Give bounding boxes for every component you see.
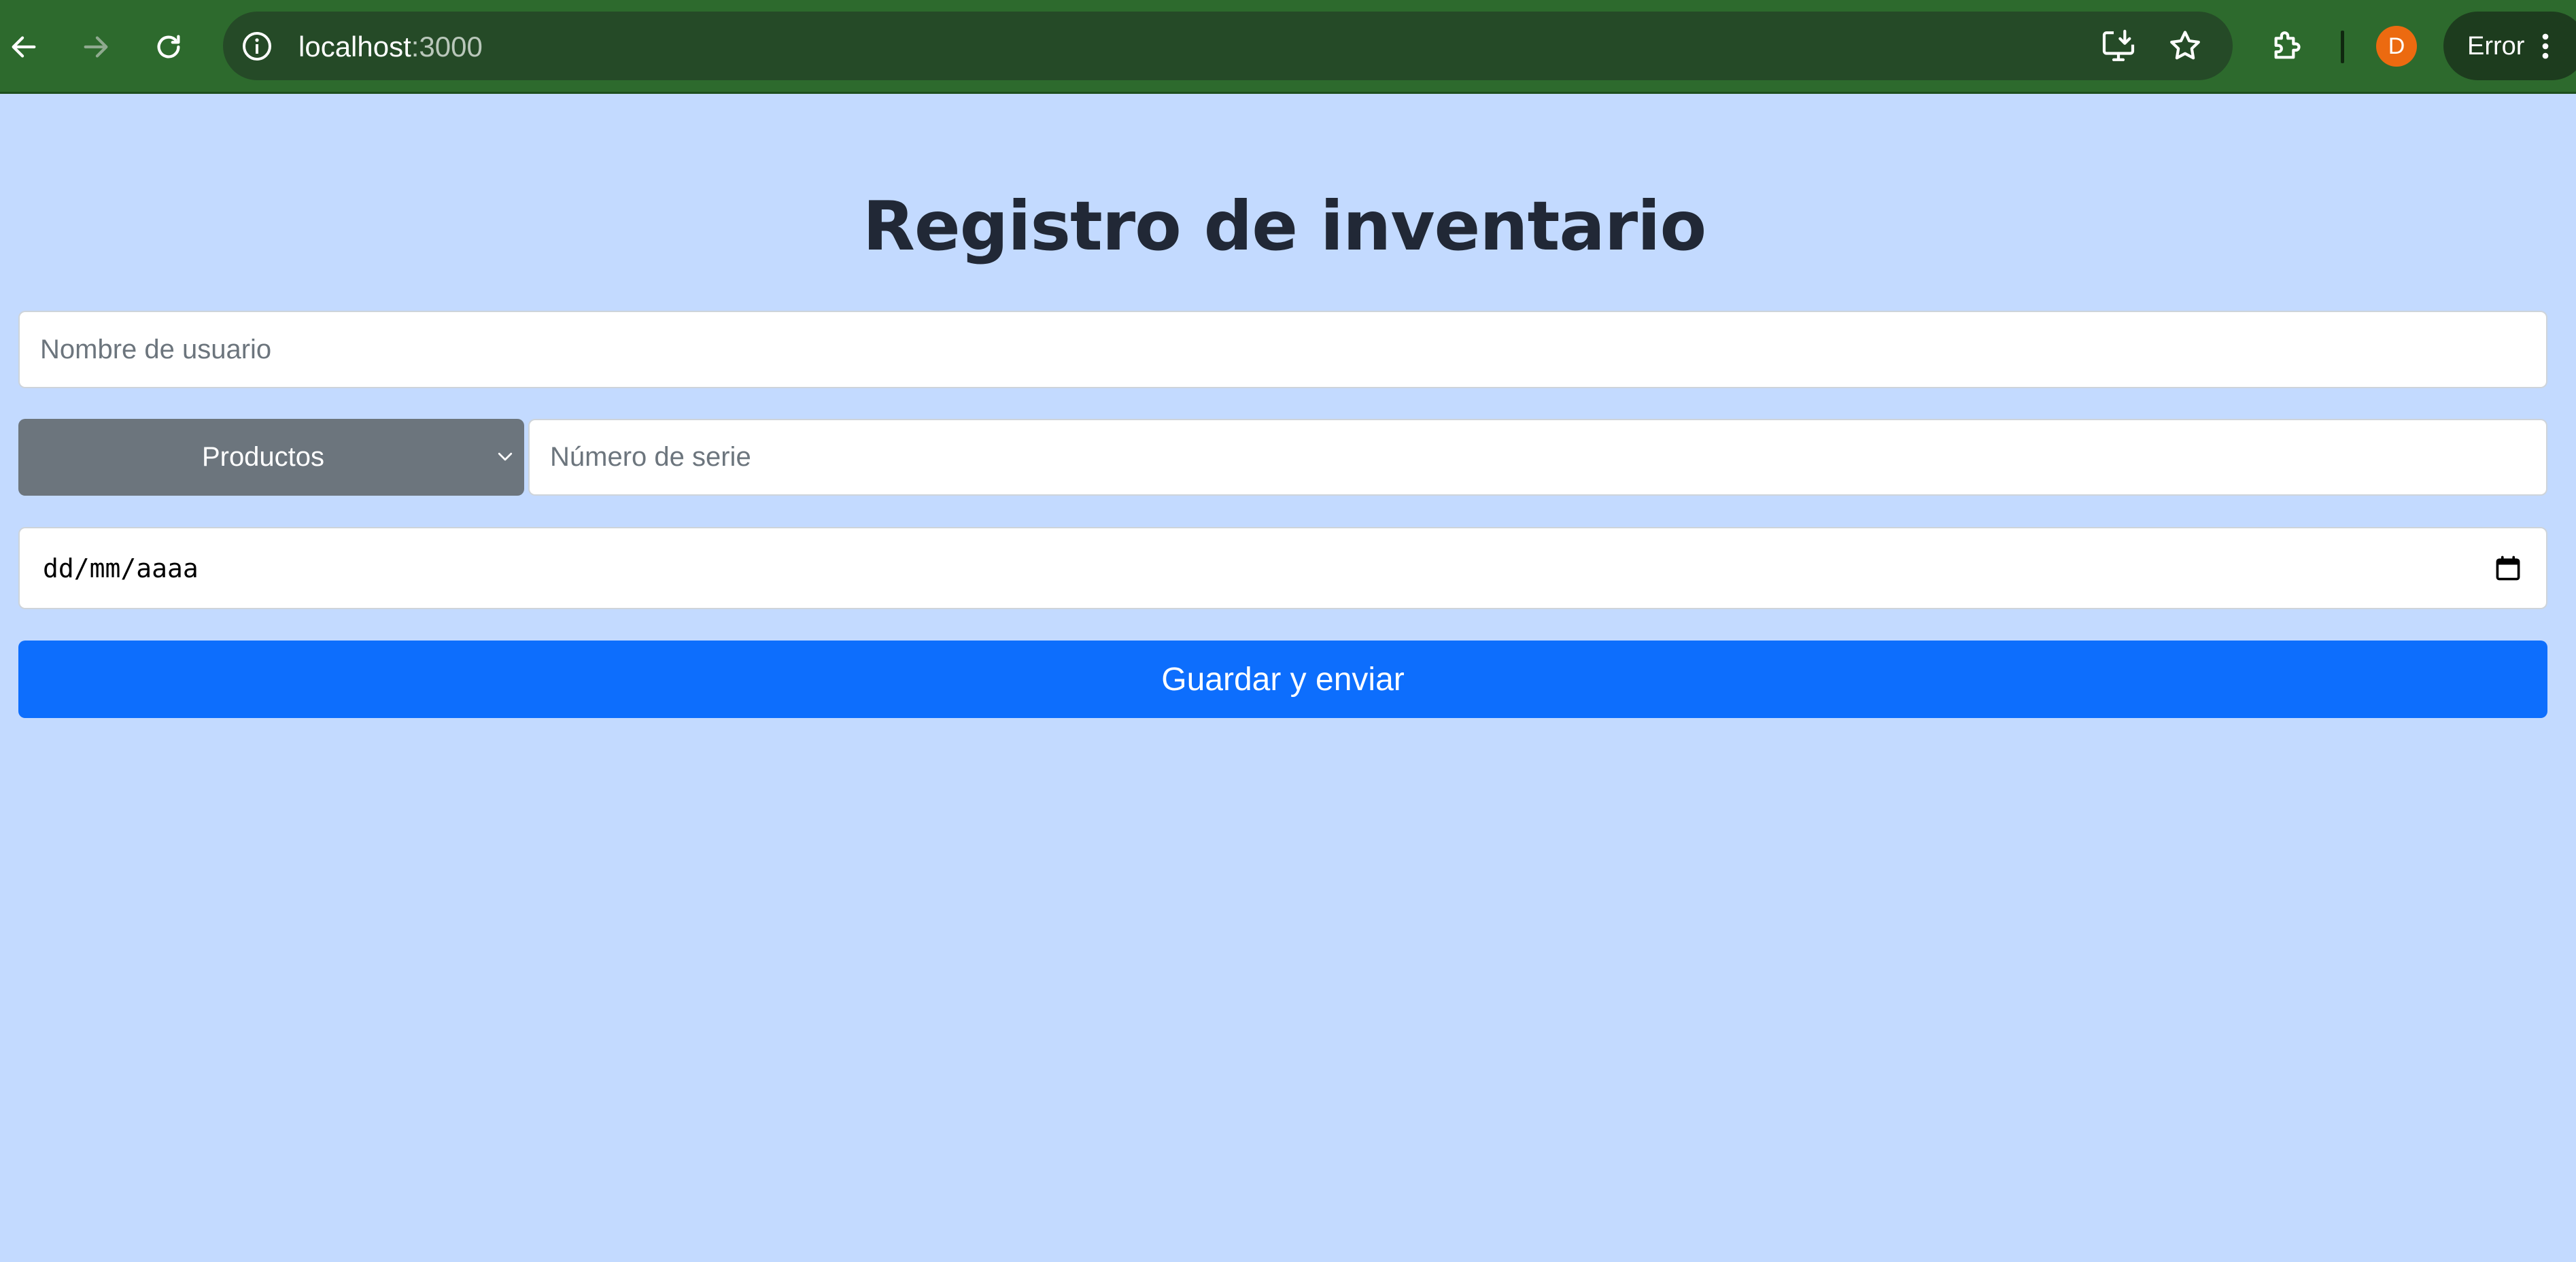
url-text[interactable]: localhost:3000 bbox=[298, 28, 483, 66]
extensions-puzzle-icon[interactable] bbox=[2268, 27, 2306, 65]
kebab-menu-icon[interactable] bbox=[2528, 27, 2563, 65]
date-input[interactable] bbox=[18, 527, 2547, 609]
toolbar-divider bbox=[2341, 31, 2344, 63]
bookmark-star-icon[interactable] bbox=[2166, 27, 2204, 65]
url-port: :3000 bbox=[411, 31, 483, 63]
chevron-down-icon bbox=[498, 452, 513, 461]
reload-icon bbox=[157, 35, 180, 58]
url-host: localhost bbox=[298, 31, 411, 63]
serial-number-input[interactable] bbox=[528, 419, 2547, 496]
address-bar[interactable] bbox=[223, 12, 2233, 80]
back-button[interactable] bbox=[0, 23, 48, 71]
username-input[interactable] bbox=[18, 311, 2547, 388]
save-and-send-button[interactable]: Guardar y enviar bbox=[18, 641, 2547, 718]
forward-arrow-icon bbox=[84, 36, 108, 58]
site-info-icon[interactable] bbox=[241, 30, 273, 63]
forward-button[interactable] bbox=[72, 23, 120, 71]
error-status-label: Error bbox=[2467, 32, 2525, 61]
date-placeholder: dd/mm/aaaa bbox=[43, 553, 199, 583]
back-arrow-icon bbox=[12, 36, 36, 58]
profile-avatar[interactable]: D bbox=[2376, 26, 2417, 67]
product-select[interactable]: Productos bbox=[18, 419, 524, 496]
page-title: Registro de inventario bbox=[862, 186, 1706, 266]
reload-button[interactable] bbox=[145, 23, 192, 71]
calendar-icon[interactable] bbox=[2493, 553, 2523, 583]
install-app-icon[interactable] bbox=[2099, 27, 2137, 65]
